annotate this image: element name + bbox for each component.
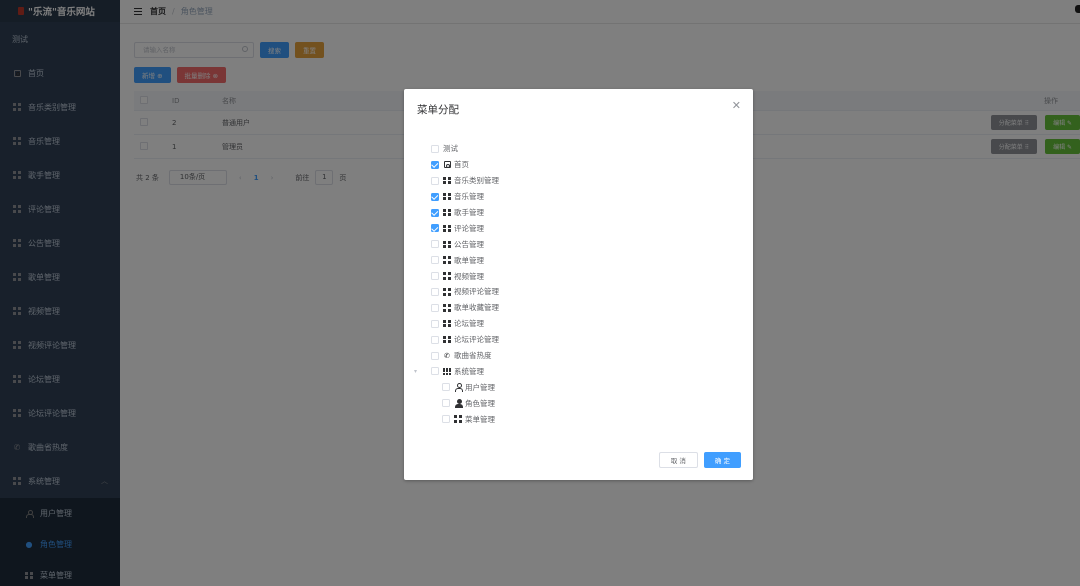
- tree-node[interactable]: 歌单管理: [421, 252, 499, 268]
- tree-node-label: 歌单管理: [454, 255, 484, 265]
- tree-node-label: 歌单收藏管理: [454, 303, 499, 313]
- tree-node-label: 视频评论管理: [454, 287, 499, 297]
- grid-icon: [454, 415, 462, 423]
- tree-node-label: 论坛管理: [454, 319, 484, 329]
- grid-icon: [443, 319, 451, 328]
- dialog-title: 菜单分配: [417, 104, 459, 116]
- grid-icon: [443, 176, 451, 185]
- tree-node-label: 论坛评论管理: [454, 335, 499, 345]
- tree-node-label: 歌曲省热度: [454, 351, 492, 361]
- tree-node[interactable]: ✆ 歌曲省热度: [421, 348, 499, 364]
- tree-node-label: 测试: [443, 144, 458, 154]
- tree-checkbox[interactable]: [431, 224, 439, 233]
- tree-node[interactable]: 视频评论管理: [421, 284, 499, 300]
- close-icon[interactable]: ✕: [732, 99, 741, 112]
- tree-node[interactable]: 用户管理: [421, 379, 499, 395]
- tree-checkbox[interactable]: [431, 208, 439, 217]
- tree-checkbox[interactable]: [442, 399, 450, 408]
- tree-checkbox[interactable]: [431, 256, 439, 265]
- tree-node-label: 菜单管理: [465, 414, 495, 424]
- grid-icon: [443, 335, 451, 344]
- tree-checkbox[interactable]: [431, 351, 439, 360]
- phone-icon: ✆: [444, 351, 450, 360]
- tree-checkbox[interactable]: [431, 367, 439, 376]
- tree-node-label: 公告管理: [454, 239, 484, 249]
- confirm-button[interactable]: 确 定: [703, 452, 741, 468]
- cancel-button[interactable]: 取 消: [658, 452, 698, 468]
- tree-checkbox[interactable]: [431, 240, 439, 249]
- tree-node[interactable]: 首页: [421, 157, 499, 173]
- grid-icon: [443, 256, 451, 264]
- tree-node-label: 系统管理: [454, 366, 484, 376]
- tree-node-label: 歌手管理: [454, 208, 484, 217]
- user-outline-icon: [454, 383, 463, 392]
- tree-node[interactable]: 测试: [421, 141, 499, 157]
- tree-checkbox[interactable]: [431, 319, 439, 328]
- tree-node[interactable]: 视频管理: [421, 268, 499, 284]
- grid9-icon: [443, 367, 451, 376]
- grid-icon: [443, 304, 451, 312]
- menu-tree: 测试 首页 音乐类别管理 音乐管理 歌手管理 评论管理 公告管理 歌单管理 视频…: [414, 141, 499, 427]
- tree-checkbox[interactable]: [431, 176, 439, 185]
- tree-node-label: 视频管理: [454, 271, 484, 281]
- tree-checkbox[interactable]: [431, 287, 439, 296]
- tree-node[interactable]: 音乐管理: [421, 189, 499, 205]
- tree-checkbox[interactable]: [442, 383, 450, 392]
- tree-checkbox[interactable]: [431, 303, 439, 312]
- tree-node[interactable]: 评论管理: [421, 220, 499, 236]
- tree-node[interactable]: 角色管理: [421, 395, 499, 411]
- grid-icon: [443, 208, 451, 217]
- home-icon: [443, 161, 451, 169]
- tree-node-label: 角色管理: [465, 398, 495, 408]
- tree-checkbox[interactable]: [431, 144, 439, 153]
- tree-node[interactable]: 歌手管理: [421, 205, 499, 221]
- tree-node-label: 用户管理: [465, 382, 495, 392]
- tree-node[interactable]: 论坛评论管理: [421, 332, 499, 348]
- tree-node[interactable]: 论坛管理: [421, 316, 499, 332]
- grid-icon: [443, 192, 451, 201]
- tree-checkbox[interactable]: [431, 335, 439, 344]
- user-solid-icon: [454, 399, 463, 408]
- caret-down-icon[interactable]: ▾: [411, 368, 431, 375]
- tree-checkbox[interactable]: [431, 272, 439, 281]
- tree-node-label: 音乐类别管理: [454, 176, 499, 186]
- grid-icon: [443, 240, 451, 249]
- tree-node-label: 首页: [454, 160, 469, 170]
- tree-node-label: 评论管理: [454, 223, 484, 233]
- grid-icon: [443, 288, 451, 296]
- grid-icon: [443, 272, 451, 280]
- tree-checkbox[interactable]: [431, 160, 439, 169]
- tree-node[interactable]: 公告管理: [421, 236, 499, 252]
- tree-checkbox[interactable]: [431, 192, 439, 201]
- tree-node[interactable]: 音乐类别管理: [421, 173, 499, 189]
- tree-node[interactable]: 菜单管理: [421, 411, 499, 427]
- tree-checkbox[interactable]: [442, 415, 450, 424]
- tree-node[interactable]: 歌单收藏管理: [421, 300, 499, 316]
- dialog-footer: 取 消 确 定: [653, 452, 741, 468]
- tree-node[interactable]: ▾ 系统管理: [411, 363, 499, 379]
- menu-assign-dialog: 菜单分配 ✕ 测试 首页 音乐类别管理 音乐管理 歌手管理 评论管理 公告管理 …: [404, 89, 753, 480]
- tree-node-label: 音乐管理: [454, 192, 484, 202]
- grid-icon: [443, 224, 451, 233]
